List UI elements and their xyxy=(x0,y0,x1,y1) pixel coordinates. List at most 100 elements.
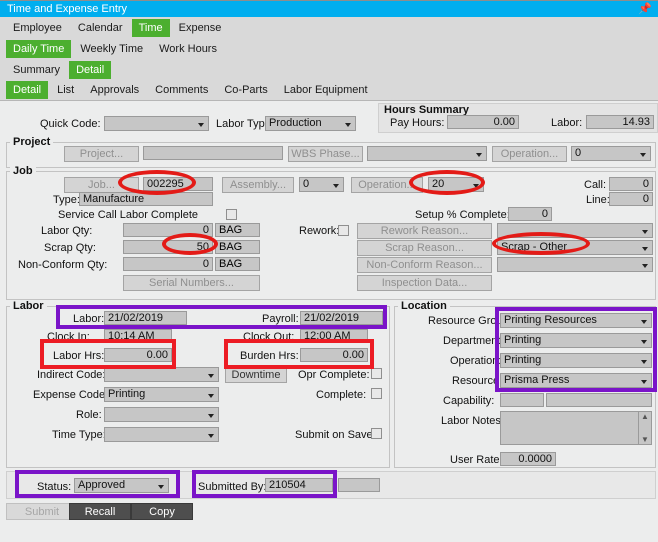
indirect-code-combo[interactable] xyxy=(104,367,219,382)
job-operation-combo[interactable]: 20 xyxy=(428,177,484,192)
tab-comments[interactable]: Comments xyxy=(148,81,215,99)
expense-code-combo[interactable]: Printing xyxy=(104,387,219,402)
scroll-up-icon[interactable]: ▲ xyxy=(641,412,649,421)
submitted-by-field[interactable]: 210504 xyxy=(265,478,333,492)
tabstrip-level-2: Daily Time Weekly Time Work Hours xyxy=(0,38,658,59)
tab-time[interactable]: Time xyxy=(131,18,170,37)
clock-in-field[interactable]: 10:14 AM xyxy=(104,329,172,343)
nonconform-reason-combo[interactable] xyxy=(497,257,653,272)
serial-numbers-button[interactable]: Serial Numbers... xyxy=(123,275,260,291)
capability-field[interactable] xyxy=(500,393,544,407)
type-label: Type: xyxy=(53,194,80,206)
role-combo[interactable] xyxy=(104,407,219,422)
project-operation-combo[interactable]: 0 xyxy=(571,146,651,161)
labor-notes-textarea[interactable]: ▲ ▼ xyxy=(500,411,652,445)
copy-button[interactable]: Copy xyxy=(131,503,193,520)
submit-button[interactable]: Submit xyxy=(6,503,78,520)
department-combo[interactable]: Printing xyxy=(500,333,652,348)
scrap-reason-button[interactable]: Scrap Reason... xyxy=(357,240,492,256)
burden-hrs-field[interactable]: 0.00 xyxy=(300,348,368,362)
submitted-by-extra-field[interactable] xyxy=(338,478,380,492)
tab-labor-equipment[interactable]: Labor Equipment xyxy=(277,81,375,99)
job-operation-button[interactable]: Operation... xyxy=(351,177,423,193)
labor-hours-summary-field[interactable]: 14.93 xyxy=(586,115,654,129)
tab-co-parts[interactable]: Co-Parts xyxy=(217,81,274,99)
call-field[interactable]: 0 xyxy=(609,177,653,191)
quick-code-combo[interactable] xyxy=(104,116,209,131)
job-button[interactable]: Job... xyxy=(64,177,139,193)
project-operation-button[interactable]: Operation... xyxy=(492,146,567,162)
pin-icon[interactable]: 📌 xyxy=(638,3,652,15)
time-type-combo[interactable] xyxy=(104,427,219,442)
labor-hrs-field[interactable]: 0.00 xyxy=(104,348,172,362)
payroll-date-field[interactable]: 21/02/2019 xyxy=(300,311,383,325)
rework-reason-button[interactable]: Rework Reason... xyxy=(357,223,492,239)
scroll-down-icon[interactable]: ▼ xyxy=(641,435,649,444)
wbs-phase-combo[interactable] xyxy=(367,146,487,161)
scrap-reason-combo[interactable]: Scrap - Other xyxy=(497,240,653,255)
inspection-data-button[interactable]: Inspection Data... xyxy=(357,275,492,291)
tab-calendar[interactable]: Calendar xyxy=(71,19,130,37)
tab-daily-time[interactable]: Daily Time xyxy=(6,39,72,58)
submitted-by-label: Submitted By: xyxy=(198,481,267,493)
role-label: Role: xyxy=(76,409,102,421)
clock-out-field[interactable]: 12:00 AM xyxy=(300,329,368,343)
resource-group-combo[interactable]: Printing Resources xyxy=(500,313,652,328)
downtime-button[interactable]: Downtime xyxy=(225,367,287,383)
line-field[interactable]: 0 xyxy=(609,192,653,206)
quick-code-label: Quick Code: xyxy=(40,118,101,130)
assembly-button[interactable]: Assembly... xyxy=(222,177,294,193)
recall-button[interactable]: Recall xyxy=(69,503,131,520)
project-field[interactable] xyxy=(143,146,283,160)
labor-qty-field[interactable]: 0 xyxy=(123,223,213,237)
tab-weekly-time[interactable]: Weekly Time xyxy=(73,40,150,58)
resource-combo[interactable]: Prisma Press xyxy=(500,373,652,388)
scrap-qty-field[interactable]: 50 xyxy=(123,240,213,254)
labor-date-label: Labor: xyxy=(73,313,105,325)
labor-hrs-label: Labor Hrs: xyxy=(53,350,105,362)
rework-checkbox[interactable] xyxy=(338,225,349,236)
user-rate-field[interactable]: 0.0000 xyxy=(500,452,556,466)
nonconform-qty-uom: BAG xyxy=(215,257,260,271)
tab-approvals[interactable]: Approvals xyxy=(83,81,146,99)
opr-complete-label: Opr Complete: xyxy=(298,369,370,381)
location-operation-combo[interactable]: Printing xyxy=(500,353,652,368)
complete-label: Complete: xyxy=(316,389,367,401)
tab-work-hours[interactable]: Work Hours xyxy=(152,40,224,58)
setup-percent-field[interactable]: 0 xyxy=(508,207,552,221)
tab-detail-sub[interactable]: Detail xyxy=(69,60,112,79)
tab-summary[interactable]: Summary xyxy=(6,61,67,79)
service-call-checkbox[interactable] xyxy=(226,209,237,220)
labor-notes-scrollbar[interactable]: ▲ ▼ xyxy=(638,412,651,444)
labor-type-combo[interactable]: Production xyxy=(265,116,356,131)
assembly-combo[interactable]: 0 xyxy=(299,177,344,192)
burden-hrs-label: Burden Hrs: xyxy=(240,350,299,362)
submit-on-save-checkbox[interactable] xyxy=(371,428,382,439)
tab-expense[interactable]: Expense xyxy=(172,19,229,37)
scrap-qty-uom: BAG xyxy=(215,240,260,254)
clock-out-label: Clock Out: xyxy=(243,331,295,343)
pay-hours-field[interactable]: 0.00 xyxy=(447,115,519,129)
tab-employee[interactable]: Employee xyxy=(6,19,69,37)
tab-detail[interactable]: Detail xyxy=(6,81,49,99)
tab-list[interactable]: List xyxy=(50,81,81,99)
complete-checkbox[interactable] xyxy=(371,388,382,399)
nonconform-qty-field[interactable]: 0 xyxy=(123,257,213,271)
capability-desc-field[interactable] xyxy=(546,393,652,407)
department-label: Department: xyxy=(443,335,504,347)
expense-code-label: Expense Code: xyxy=(33,389,109,401)
labor-date-field[interactable]: 21/02/2019 xyxy=(104,311,187,325)
time-type-label: Time Type: xyxy=(52,429,106,441)
wbs-phase-button[interactable]: WBS Phase... xyxy=(288,146,363,162)
type-field[interactable]: Manufacture xyxy=(79,192,213,206)
window-title-bar: Time and Expense Entry 📌 xyxy=(0,0,658,17)
nonconform-reason-button[interactable]: Non-Conform Reason... xyxy=(357,257,492,273)
job-field[interactable]: 002295 xyxy=(143,177,213,191)
project-button[interactable]: Project... xyxy=(64,146,139,162)
indirect-code-label: Indirect Code: xyxy=(37,369,106,381)
opr-complete-checkbox[interactable] xyxy=(371,368,382,379)
status-combo[interactable]: Approved xyxy=(74,478,169,493)
form-content: Hours Summary Pay Hours: 0.00 Labor: 14.… xyxy=(0,101,658,542)
service-call-label: Service Call Labor Complete xyxy=(58,209,199,221)
rework-reason-combo[interactable] xyxy=(497,223,653,238)
